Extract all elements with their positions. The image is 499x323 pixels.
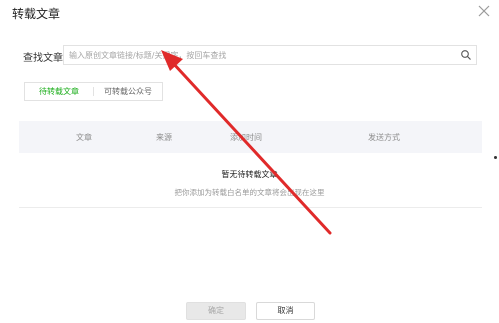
column-header-added-time: 添加时间 bbox=[230, 133, 262, 142]
tab-pending-articles[interactable]: 待转载文章 bbox=[25, 83, 93, 100]
empty-state-title: 暂无待转载文章 bbox=[221, 170, 278, 179]
dialog-title: 转载文章 bbox=[12, 7, 61, 21]
column-header-source: 来源 bbox=[156, 133, 172, 142]
tab-bar: 待转载文章 可转载公众号 bbox=[24, 82, 163, 101]
search-input[interactable] bbox=[69, 48, 454, 62]
stray-dot bbox=[494, 156, 497, 159]
repost-article-dialog: 转载文章 查找文章 待转载文章 可转载公众号 文章 来源 添加时间 发送方式 暂… bbox=[0, 0, 499, 323]
empty-state-description: 把你添加为转载白名单的文章将会出现在这里 bbox=[174, 188, 325, 197]
search-icon[interactable] bbox=[460, 49, 472, 61]
table-header: 文章 来源 添加时间 发送方式 bbox=[19, 121, 482, 153]
column-header-send-method: 发送方式 bbox=[368, 133, 400, 142]
search-box bbox=[63, 45, 477, 65]
table-bottom-divider bbox=[19, 207, 482, 208]
close-icon[interactable] bbox=[476, 3, 492, 19]
search-label: 查找文章 bbox=[23, 53, 63, 64]
tab-repostable-accounts[interactable]: 可转载公众号 bbox=[94, 83, 162, 100]
column-header-article: 文章 bbox=[76, 133, 92, 142]
cancel-button[interactable]: 取消 bbox=[256, 302, 315, 320]
confirm-button[interactable]: 确定 bbox=[186, 302, 246, 320]
